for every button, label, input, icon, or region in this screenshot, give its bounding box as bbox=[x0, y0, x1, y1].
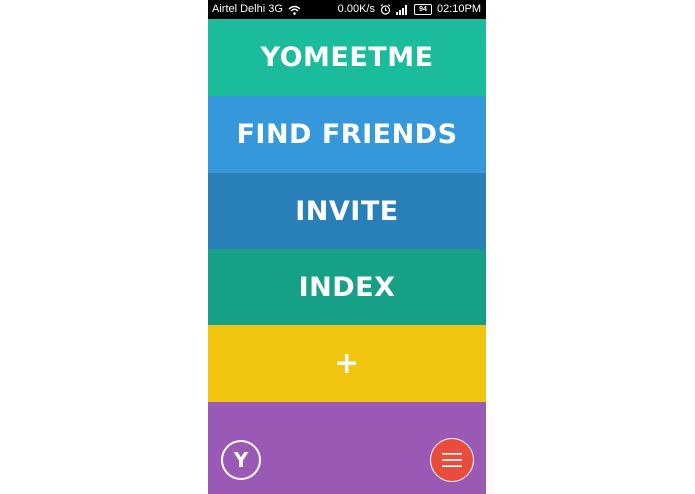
menu-item-yomeetme[interactable]: YOMEETME bbox=[208, 19, 486, 96]
carrier-label: Airtel Delhi 3G bbox=[212, 3, 283, 15]
profile-button[interactable]: Y bbox=[221, 440, 261, 480]
alarm-icon bbox=[380, 4, 391, 15]
menu-item-invite[interactable]: INVITE bbox=[208, 173, 486, 249]
hamburger-icon bbox=[442, 453, 462, 467]
bottom-panel: Y bbox=[208, 402, 486, 494]
menu-item-find-friends[interactable]: FIND FRIENDS bbox=[208, 96, 486, 173]
signal-icon bbox=[395, 4, 409, 15]
plus-icon: + bbox=[334, 346, 360, 381]
status-left: Airtel Delhi 3G bbox=[212, 0, 301, 19]
menu-item-index[interactable]: INDEX bbox=[208, 249, 486, 325]
add-button[interactable]: + bbox=[208, 325, 486, 402]
menu-item-label: INDEX bbox=[298, 271, 396, 303]
status-bar: Airtel Delhi 3G 0.00K/s 94 02:10PM bbox=[208, 0, 486, 19]
clock: 02:10PM bbox=[436, 3, 481, 15]
menu-item-label: YOMEETME bbox=[260, 42, 434, 73]
wifi-icon bbox=[288, 5, 301, 15]
profile-initial: Y bbox=[233, 448, 249, 472]
network-speed: 0.00K/s bbox=[337, 3, 375, 15]
menu-button[interactable] bbox=[430, 438, 474, 482]
menu-item-label: FIND FRIENDS bbox=[236, 119, 458, 150]
battery-icon: 94 bbox=[413, 4, 432, 15]
phone-screen: Airtel Delhi 3G 0.00K/s 94 02:10PM YOMEE… bbox=[208, 0, 486, 494]
status-right: 0.00K/s 94 02:10PM bbox=[338, 0, 481, 19]
menu-item-label: INVITE bbox=[295, 195, 399, 227]
